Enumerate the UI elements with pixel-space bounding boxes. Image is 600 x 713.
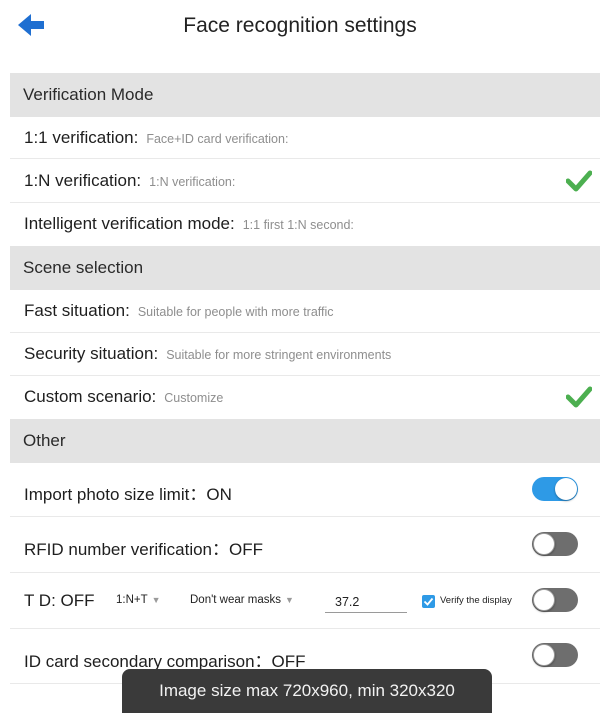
setting-state: OFF [229,540,264,559]
mode-select[interactable]: 1:N+T ▼ [116,594,161,606]
option-description: Suitable for people with more traffic [137,305,334,319]
toast-message: Image size max 720x960, min 320x320 [122,669,492,713]
option-1-1-verification[interactable]: 1:1 verification: Face+ID card verificati… [10,117,600,159]
toggle-knob [533,533,555,555]
td-toggle[interactable] [532,588,578,612]
verify-display-label: Verify the display [440,595,512,606]
option-description: Customize [164,391,224,405]
toggle-knob [533,644,555,666]
option-label: Security situation: [24,344,159,363]
section-other: Other [10,419,600,463]
checkbox-check-icon [423,597,434,606]
option-label: 1:1 verification: [24,128,139,147]
option-security-situation[interactable]: Security situation: Suitable for more str… [10,333,600,376]
mask-select[interactable]: Don't wear masks ▼ [190,594,294,606]
option-custom-scenario[interactable]: Custom scenario: Customize [10,376,600,419]
chevron-down-icon: ▼ [151,595,161,605]
option-label: Intelligent verification mode: [24,214,235,233]
rfid-toggle[interactable] [532,532,578,556]
option-description: Face+ID card verification: [146,132,289,146]
option-1-n-verification[interactable]: 1:N verification: 1:N verification: [10,159,600,203]
option-description: 1:N verification: [149,175,236,189]
section-verification-mode: Verification Mode [10,73,600,117]
checkmark-icon [566,170,592,192]
mode-select-value: 1:N+T [116,594,148,606]
page-title: Face recognition settings [183,14,417,37]
temperature-input[interactable] [325,591,407,613]
setting-label: RFID number verification： [24,540,230,559]
chevron-down-icon: ▼ [285,595,294,605]
checkmark-icon [566,386,592,408]
option-description: 1:1 first 1:N second: [242,218,354,232]
option-label: Custom scenario: [24,387,157,406]
option-fast-situation[interactable]: Fast situation: Suitable for people with … [10,290,600,333]
setting-td: T D: OFF 1:N+T▼ Don't wear masks▼ Verify… [10,573,600,629]
option-description: Suitable for more stringent environments [166,348,392,362]
toggle-knob [533,589,555,611]
mask-select-value: Don't wear masks [190,594,282,606]
td-label: T D: OFF [24,591,95,610]
id-card-toggle[interactable] [532,643,578,667]
setting-state: ON [206,485,232,504]
setting-label: Import photo size limit： [24,485,207,504]
import-photo-toggle[interactable] [532,477,578,501]
setting-rfid-number-verification: RFID number verification：OFF [10,517,600,573]
header: Face recognition settings [0,0,600,58]
option-label: Fast situation: [24,301,130,320]
toggle-knob [555,478,577,500]
section-scene-selection: Scene selection [10,246,600,290]
option-label: 1:N verification: [24,171,142,190]
setting-import-photo-size-limit: Import photo size limit：ON [10,463,600,517]
verify-display-checkbox[interactable] [422,595,435,608]
option-intelligent-verification[interactable]: Intelligent verification mode: 1:1 first … [10,203,600,246]
